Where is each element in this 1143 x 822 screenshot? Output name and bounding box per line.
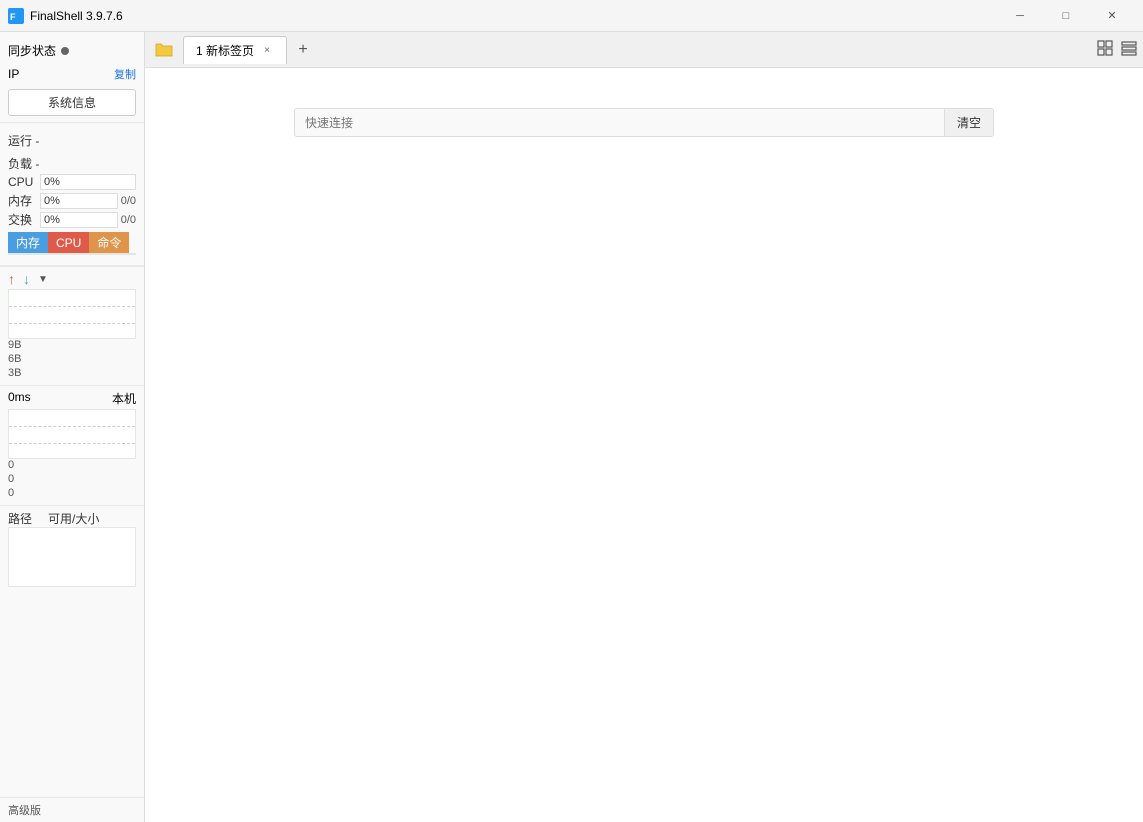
list-layout-button[interactable] [1119, 38, 1139, 61]
disk-size-col: 可用/大小 [48, 510, 99, 527]
latency-val-3: 0 [8, 487, 136, 499]
maximize-button[interactable]: □ [1043, 0, 1089, 32]
list-layout-icon [1121, 40, 1137, 56]
latency-val-1: 0 [8, 459, 136, 471]
load-text: 负载 - [8, 157, 39, 171]
cpu-bar: 0% [40, 174, 136, 190]
main-tab[interactable]: 1 新标签页 × [183, 36, 287, 64]
latency-section: 0ms 本机 0 0 0 [0, 385, 144, 505]
disk-section: 路径 可用/大小 [0, 505, 144, 797]
tab-bar: 1 新标签页 × + [145, 32, 1143, 68]
upload-arrow-icon: ↑ [8, 271, 15, 287]
sync-status-label: 同步状态 [8, 42, 56, 59]
latency-header: 0ms 本机 [8, 390, 136, 407]
tab-command-button[interactable]: 命令 [89, 232, 129, 253]
quick-connect-input[interactable] [295, 110, 944, 136]
grid-layout-icon [1097, 40, 1113, 56]
main-content: 1 新标签页 × + [145, 32, 1143, 822]
title-bar: F FinalShell 3.9.7.6 ─ □ ✕ [0, 0, 1143, 32]
sync-status-row: 同步状态 [8, 38, 136, 63]
memory-row: 内存 0% 0/0 [8, 192, 136, 209]
ip-label: IP [8, 67, 19, 81]
swap-row: 交换 0% 0/0 [8, 211, 136, 228]
ip-dash [65, 67, 68, 81]
network-header: ↑ ↓ ▼ [8, 271, 136, 287]
tab-bar-left: 1 新标签页 × + [149, 36, 315, 64]
memory-bar: 0% [40, 193, 118, 209]
advanced-label: 高级版 [8, 805, 41, 817]
clear-button[interactable]: 清空 [944, 109, 993, 136]
cpu-value: 0% [44, 176, 60, 188]
app-title: FinalShell 3.9.7.6 [30, 9, 123, 23]
swap-extra: 0/0 [121, 214, 136, 226]
net-val-3b: 3B [8, 367, 136, 379]
close-button[interactable]: ✕ [1089, 0, 1135, 32]
title-bar-controls: ─ □ ✕ [997, 0, 1135, 32]
app-icon: F [8, 8, 24, 24]
latency-chart [8, 409, 136, 459]
disk-header: 路径 可用/大小 [8, 510, 136, 527]
tab-bar-right [1095, 38, 1139, 61]
latency-val-2: 0 [8, 473, 136, 485]
latency-right-label: 本机 [112, 390, 136, 407]
cpu-row: CPU 0% [8, 174, 136, 190]
swap-bar: 0% [40, 212, 118, 228]
ip-row: IP 复制 [8, 63, 136, 85]
run-row: 运行 - [8, 129, 136, 152]
sidebar: 同步状态 IP 复制 系统信息 运行 - 负载 - CPU 0% [0, 32, 145, 822]
net-dotted-line-2 [9, 323, 135, 324]
run-label: 运行 - [8, 134, 39, 148]
download-arrow-icon: ↓ [23, 271, 30, 287]
title-bar-left: F FinalShell 3.9.7.6 [8, 8, 123, 24]
sysinfo-button[interactable]: 系统信息 [8, 89, 136, 116]
load-label: 负载 - [8, 152, 136, 174]
grid-layout-button[interactable] [1095, 38, 1115, 61]
app-body: 同步状态 IP 复制 系统信息 运行 - 负载 - CPU 0% [0, 32, 1143, 822]
net-val-9b: 9B [8, 339, 136, 351]
tab-cpu-button[interactable]: CPU [48, 232, 89, 253]
net-val-6b: 6B [8, 353, 136, 365]
disk-path-col: 路径 [8, 510, 32, 527]
sidebar-run-section: 运行 - 负载 - CPU 0% 内存 0% 0/0 [0, 123, 144, 266]
folder-button[interactable] [149, 36, 179, 64]
latency-values: 0 0 0 [8, 459, 136, 499]
latency-label: 0ms [8, 390, 31, 407]
latency-dotted-2 [9, 443, 135, 444]
tab-close-button[interactable]: × [260, 43, 274, 57]
net-dotted-line-1 [9, 306, 135, 307]
minimize-button[interactable]: ─ [997, 0, 1043, 32]
sync-dot-icon [61, 47, 69, 55]
sidebar-bottom-bar: 高级版 [0, 797, 144, 822]
tab-label: 1 新标签页 [196, 42, 254, 59]
sidebar-status-section: 同步状态 IP 复制 系统信息 [0, 32, 144, 123]
memory-extra: 0/0 [121, 195, 136, 207]
network-values: 9B 6B 3B [8, 339, 136, 379]
network-chart [8, 289, 136, 339]
folder-icon [155, 42, 173, 58]
memory-value: 0% [44, 195, 60, 207]
mini-tabs: 内存 CPU 命令 [8, 232, 136, 253]
disk-chart [8, 527, 136, 587]
network-section: ↑ ↓ ▼ 9B 6B 3B [0, 266, 144, 385]
network-dropdown-icon: ▼ [38, 274, 48, 285]
quick-connect-bar: 清空 [294, 108, 994, 137]
content-panel: 清空 [145, 68, 1143, 822]
add-tab-button[interactable]: + [291, 38, 315, 62]
copy-button[interactable]: 复制 [114, 66, 136, 82]
swap-value: 0% [44, 214, 60, 226]
svg-text:F: F [10, 12, 16, 22]
resource-chart [8, 253, 136, 255]
swap-label: 交换 [8, 211, 40, 228]
tab-memory-button[interactable]: 内存 [8, 232, 48, 253]
cpu-label: CPU [8, 175, 40, 189]
latency-dotted-1 [9, 426, 135, 427]
memory-label: 内存 [8, 192, 40, 209]
